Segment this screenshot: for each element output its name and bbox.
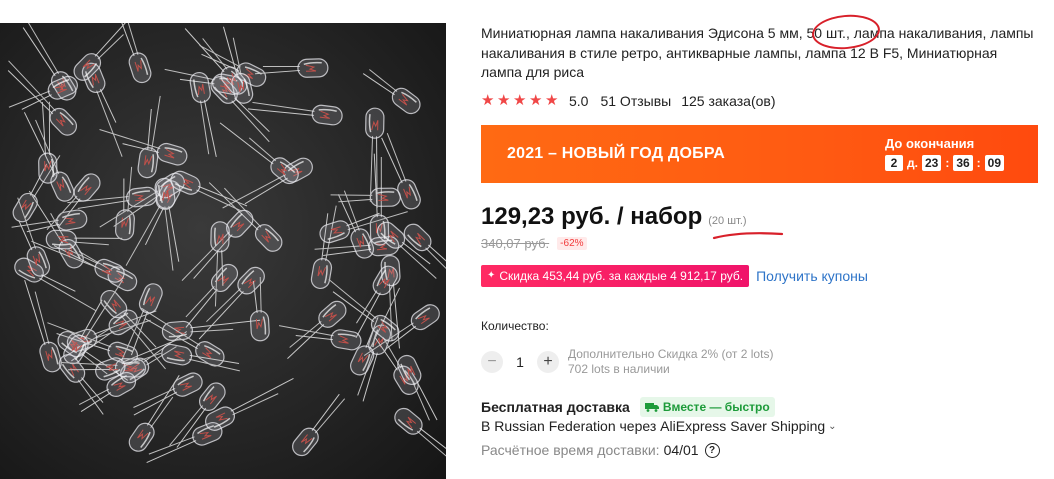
- quantity-info: Дополнительно Скидка 2% (от 2 lots) 702 …: [568, 347, 773, 377]
- chevron-down-icon[interactable]: ⌄: [828, 421, 836, 432]
- delivery-label: Расчётное время доставки:: [481, 442, 660, 458]
- product-title: Миниатюрная лампа накаливания Эдисона 5 …: [481, 25, 1034, 80]
- quantity-label: Количество:: [481, 319, 549, 333]
- bulb-shape: [24, 280, 62, 373]
- shipping-route[interactable]: В Russian Federation через AliExpress Sa…: [481, 418, 837, 434]
- bulb-shape: [362, 69, 421, 115]
- bulb-shape: [394, 407, 446, 472]
- free-shipping-label: Бесплатная доставка: [481, 399, 630, 415]
- spark-icon: ✦: [487, 270, 496, 281]
- fast-delivery-badge: Вместе — быстро: [639, 397, 775, 417]
- pack-size: (20 шт.): [708, 215, 747, 227]
- discount-badge: -62%: [557, 237, 587, 250]
- star-icon: ★: [529, 92, 543, 109]
- product-image[interactable]: [0, 23, 446, 479]
- title-quantity-highlight: 50 шт.: [806, 25, 846, 41]
- countdown-timer: 2 д. 23 : 36 : 09: [885, 155, 1005, 171]
- orders-count: 125 заказа(ов): [681, 93, 776, 109]
- delivery-estimate: Расчётное время доставки: 04/01 ?: [481, 442, 720, 458]
- bulb-shape: [118, 23, 152, 84]
- star-icon: ★: [545, 92, 559, 109]
- coupon-text: Скидка 453,44 руб. за каждые 4 912,17 ру…: [499, 269, 744, 283]
- bulb-shape: [278, 325, 362, 351]
- bulb-shape: [185, 263, 239, 328]
- rating-value: 5.0: [569, 93, 589, 109]
- rating-row: ★ ★ ★ ★ ★ 5.0 51 Отзывы 125 заказа(ов): [481, 92, 776, 110]
- banner-title: 2021 – НОВЫЙ ГОД ДОБРА: [507, 145, 726, 162]
- delivery-date: 04/01: [663, 442, 699, 458]
- extra-discount-text: Дополнительно Скидка 2% (от 2 lots): [568, 347, 774, 361]
- quantity-value[interactable]: 1: [503, 354, 537, 370]
- annotation-underline: [712, 232, 784, 240]
- current-price: 129,23 руб. / набор: [481, 203, 703, 230]
- countdown-hours: 23: [921, 155, 942, 171]
- bulb-shape: [137, 95, 161, 179]
- star-icon: ★: [497, 92, 511, 109]
- star-icon: ★: [513, 92, 527, 109]
- get-coupons-link[interactable]: Получить купоны: [756, 268, 868, 284]
- coupon-badge: ✦ Скидка 453,44 руб. за каждые 4 912,17 …: [481, 265, 750, 287]
- bulbs-illustration: [7, 23, 446, 472]
- help-icon[interactable]: ?: [704, 442, 720, 458]
- countdown-colon: :: [945, 156, 950, 170]
- bulb-shape: [247, 101, 343, 126]
- bulb-shape: [310, 205, 337, 290]
- countdown-colon: :: [976, 156, 981, 170]
- countdown-seconds: 09: [984, 155, 1005, 171]
- bulb-shape: [73, 23, 128, 81]
- bulb-shape: [170, 170, 248, 212]
- truck-icon: [644, 403, 659, 412]
- bulb-shape: [403, 223, 446, 288]
- old-price: 340,07 руб.: [481, 236, 550, 251]
- bulb-shape: [292, 393, 346, 457]
- shipping-title-row: Бесплатная доставка Вместе — быстро: [481, 397, 775, 417]
- reviews-link[interactable]: 51 Отзывы: [600, 93, 671, 109]
- coupon-row: ✦ Скидка 453,44 руб. за каждые 4 912,17 …: [481, 265, 868, 287]
- star-icon: ★: [481, 92, 495, 109]
- bulb-shape: [330, 187, 401, 207]
- bulb-shape: [45, 229, 123, 250]
- fast-badge-text: Вместе — быстро: [662, 400, 770, 414]
- days-suffix: д.: [907, 156, 918, 170]
- old-price-row: 340,07 руб. -62%: [481, 236, 587, 251]
- minus-icon[interactable]: −: [481, 351, 503, 373]
- countdown-label: До окончания: [885, 136, 975, 151]
- countdown-minutes: 36: [953, 155, 973, 171]
- bulb-shape: [219, 122, 299, 185]
- countdown-days: 2: [885, 155, 903, 171]
- bulb-shape: [222, 157, 313, 209]
- price-block: 129,23 руб. / набор (20 шт.): [481, 203, 747, 231]
- shipping-route-text: В Russian Federation через AliExpress Sa…: [481, 418, 826, 434]
- promo-banner: 2021 – НОВЫЙ ГОД ДОБРА До окончания 2 д.…: [481, 125, 1038, 183]
- rating-stars: ★ ★ ★ ★ ★: [481, 93, 561, 109]
- plus-icon[interactable]: +: [537, 351, 559, 373]
- quantity-stepper: − 1 + Дополнительно Скидка 2% (от 2 lots…: [481, 347, 773, 377]
- stock-text: 702 lots в наличии: [568, 362, 670, 376]
